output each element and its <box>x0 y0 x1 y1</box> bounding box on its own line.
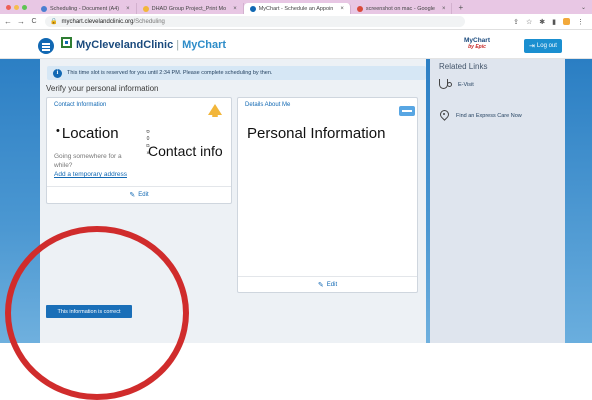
share-icon[interactable]: ⇪ <box>513 18 519 26</box>
close-tab-icon[interactable]: × <box>233 6 237 12</box>
extensions-puzzle-icon[interactable]: ✱ <box>539 18 545 26</box>
red-annotation-circle <box>5 226 189 400</box>
bookmark-star-icon[interactable]: ☆ <box>526 18 532 26</box>
card-header: Contact Information <box>54 102 107 108</box>
stethoscope-icon <box>438 78 452 92</box>
add-temporary-address-link[interactable]: Add a temporary address <box>54 171 127 178</box>
url-input[interactable]: 🔒 mychart.clevelandclinic.org/Scheduling <box>45 16 465 27</box>
menu-button[interactable] <box>38 38 54 54</box>
page-title: Verify your personal information <box>46 84 159 93</box>
pencil-icon: ✎ <box>129 192 136 199</box>
reservation-notice: i This time slot is reserved for you unt… <box>47 66 426 80</box>
doc-icon <box>142 5 149 12</box>
location-pin-icon <box>438 109 450 123</box>
info-icon: i <box>53 68 62 78</box>
personal-information-heading: Personal Information <box>247 125 386 142</box>
window-controls <box>6 4 27 10</box>
menu-kebab-icon[interactable]: ⋮ <box>577 18 584 26</box>
location-question: Going somewhere for a while? <box>54 153 122 169</box>
browser-tab[interactable]: Scheduling - Document (A4) × <box>35 3 137 14</box>
tab-search-chevron-icon[interactable]: ⌄ <box>581 4 592 11</box>
edit-contact-button[interactable]: ✎ Edit <box>47 191 231 199</box>
close-tab-icon[interactable]: × <box>340 6 344 12</box>
bell-icon <box>208 104 222 117</box>
card-header: Details About Me <box>245 102 291 108</box>
browser-tab[interactable]: screenshot on mac - Google × <box>351 3 453 14</box>
browser-tab[interactable]: DHAD Group Project_Print Mo × <box>137 3 244 14</box>
brand-title[interactable]: MyClevelandClinic | MyChart <box>76 39 226 51</box>
details-about-me-card: Details About Me Personal Information ✎ … <box>237 97 418 293</box>
mychart-epic-logo: MyChart by Epic <box>463 37 490 50</box>
browser-toolbar-icons: ⇪ ☆ ✱ ▮ ⋮ <box>513 18 592 26</box>
sidebar-link-express-care[interactable]: Find an Express Care Now <box>438 109 522 123</box>
cleveland-clinic-logo-icon <box>61 37 72 48</box>
id-card-icon <box>399 106 415 116</box>
contact-info-label: Contact info <box>148 143 223 159</box>
zoom-window-button[interactable] <box>22 4 27 10</box>
logout-icon: ⇥ <box>529 43 535 50</box>
close-window-button[interactable] <box>6 4 11 10</box>
google-icon <box>356 5 363 12</box>
reload-button[interactable]: C <box>29 18 39 25</box>
extension-icon[interactable] <box>563 18 570 25</box>
browser-tab-active[interactable]: MyChart - Schedule an Appoin × <box>243 3 351 14</box>
related-links-panel <box>430 59 565 343</box>
docs-icon <box>41 5 47 12</box>
sidebar-link-evisit[interactable]: E-Visit <box>438 78 474 92</box>
forward-button[interactable]: → <box>16 17 26 26</box>
new-tab-button[interactable]: + <box>452 3 469 12</box>
app-header: MyClevelandClinic | MyChart MyChart by Epi… <box>0 31 592 59</box>
back-button[interactable]: ← <box>3 17 13 26</box>
contact-information-card: Contact Information • Location ס 0 ם ⅹ Co… <box>46 97 232 204</box>
edit-details-button[interactable]: ✎ Edit <box>238 281 417 289</box>
sidebar-icon[interactable]: ▮ <box>552 18 556 26</box>
location-heading: • Location <box>56 125 119 142</box>
mychart-favicon-icon <box>249 5 256 12</box>
related-links-title: Related Links <box>439 62 488 71</box>
divider <box>47 186 231 187</box>
address-bar-row: ← → C 🔒 mychart.clevelandclinic.org/Sche… <box>0 14 592 30</box>
pencil-icon: ✎ <box>317 282 324 289</box>
browser-tab-bar: Scheduling - Document (A4) × DHAD Group P… <box>0 0 592 14</box>
minimize-window-button[interactable] <box>14 4 19 10</box>
close-tab-icon[interactable]: × <box>442 6 446 12</box>
logout-button[interactable]: ⇥ Log out <box>524 39 562 53</box>
close-tab-icon[interactable]: × <box>126 6 130 12</box>
divider <box>238 276 417 277</box>
lock-icon: 🔒 <box>50 19 58 25</box>
